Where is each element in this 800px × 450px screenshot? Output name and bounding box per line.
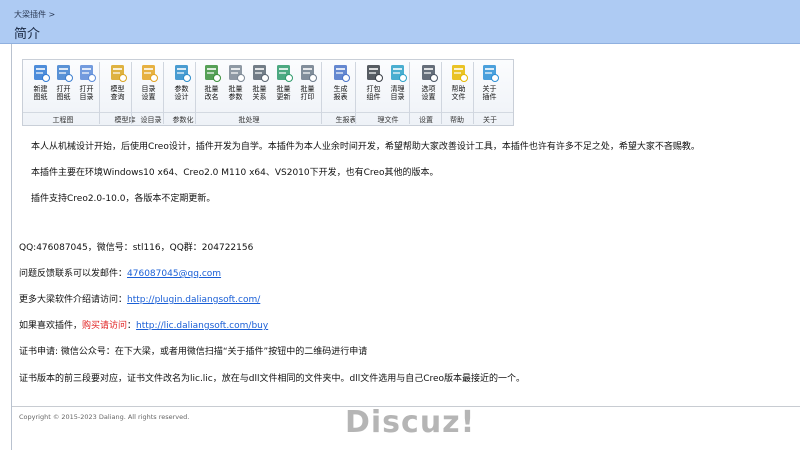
page-title: 简介 [14, 27, 41, 42]
ribbon-group-separator [131, 62, 132, 124]
ribbon-group-separator [473, 62, 474, 124]
ribbon-group-separator [195, 62, 196, 124]
batch-print-icon [300, 65, 317, 82]
ribbon-button-label: 批量 参数 [228, 85, 243, 101]
intro-paragraph-1: 本人从机械设计开始，后使用Creo设计，插件开发为自学。本插件为本人业余时间开发… [31, 142, 700, 152]
help-file-icon [451, 65, 468, 82]
model-query-icon [110, 65, 127, 82]
clean-dir-button[interactable]: 清理 目录 [386, 63, 409, 109]
ribbon-button-label: 目录 设置 [141, 85, 156, 101]
batch-params-button[interactable]: 批量 参数 [224, 63, 247, 109]
new-drawing-button[interactable]: 新建 图纸 [29, 63, 52, 109]
ribbon-group-separator [321, 62, 322, 124]
ribbon-button-label: 关于 插件 [482, 85, 497, 101]
ribbon-group-separator [99, 62, 100, 124]
batch-update-button[interactable]: 批量 更新 [272, 63, 295, 109]
ribbon-button-label: 打包 组件 [366, 85, 381, 101]
feedback-label: 问题反馈联系可以发邮件： [19, 269, 128, 279]
open-dir-button[interactable]: 打开 目录 [75, 63, 98, 109]
certificate-apply-line: 证书申请: 微信公众号：在下大梁，或者用微信扫描“关于插件”按钮中的二维码进行申… [19, 347, 368, 357]
batch-relations-icon [252, 65, 269, 82]
ribbon-group-label: 工程图 [52, 116, 74, 124]
ribbon-group-label: 参数化 [172, 116, 194, 124]
new-drawing-icon [33, 65, 50, 82]
header: 大梁插件 > 简介 [0, 0, 800, 44]
plugin-ribbon-toolbar: 新建 图纸 打开 图纸 打开 目录 模型 查询 目录 设置 参数 设计 批量 改名 批量 参数… [22, 59, 514, 126]
copyright-text: Copyright © 2015-2023 Daliang. All right… [19, 413, 190, 421]
ribbon-button-label: 打开 图纸 [56, 85, 71, 101]
more-software-label: 更多大梁软件介绍请访问： [19, 295, 128, 305]
batch-print-button[interactable]: 批量 打印 [296, 63, 319, 109]
ribbon-group-separator [409, 62, 410, 124]
folder-settings-icon [141, 65, 158, 82]
batch-rename-button[interactable]: 批量 改名 [200, 63, 223, 109]
contact-info: QQ:476087045，微信号：stl116，QQ群：204722156 [19, 243, 254, 253]
parameter-design-icon [174, 65, 191, 82]
buy-colon: ： [127, 321, 137, 331]
ribbon-group-separator [355, 62, 356, 124]
feedback-line: 问题反馈联系可以发邮件：476087045@qq.com [19, 266, 221, 279]
open-directory-icon [79, 65, 96, 82]
open-drawing-icon [56, 65, 73, 82]
ribbon-group-labels: 工程图 模型库 设目录 参数化 批处理 生报表 理文件 设置 帮助 关于 [23, 112, 513, 125]
pack-assembly-icon [366, 65, 383, 82]
ribbon-group-label: 生报表 [335, 116, 357, 124]
ribbon-button-label: 模型 查询 [110, 85, 125, 101]
batch-update-icon [276, 65, 293, 82]
clean-directory-icon [390, 65, 407, 82]
ribbon-button-label: 批量 打印 [300, 85, 315, 101]
open-drawing-button[interactable]: 打开 图纸 [52, 63, 75, 109]
param-design-button[interactable]: 参数 设计 [170, 63, 193, 109]
intro-paragraph-2: 本插件主要在环境Windows10 x64、Creo2.0 M110 x64、V… [31, 168, 439, 178]
generate-report-icon [333, 65, 350, 82]
dir-settings-button[interactable]: 目录 设置 [137, 63, 160, 109]
ribbon-button-label: 选项 设置 [421, 85, 436, 101]
pack-assembly-button[interactable]: 打包 组件 [362, 63, 385, 109]
ribbon-button-label: 批量 更新 [276, 85, 291, 101]
about-info-icon [482, 65, 499, 82]
plugin-site-link[interactable]: http://plugin.daliangsoft.com/ [127, 295, 260, 305]
ribbon-group-separator [163, 62, 164, 124]
buy-label: 如果喜欢插件， [19, 321, 83, 331]
ribbon-button-label: 批量 改名 [204, 85, 219, 101]
ribbon-button-label: 打开 目录 [79, 85, 94, 101]
gen-report-button[interactable]: 生成 报表 [329, 63, 352, 109]
ribbon-group-label: 批处理 [238, 116, 260, 124]
ribbon-button-label: 帮助 文件 [451, 85, 466, 101]
ribbon-button-label: 批量 关系 [252, 85, 267, 101]
breadcrumb[interactable]: 大梁插件 > [14, 9, 55, 20]
batch-rename-icon [204, 65, 221, 82]
ribbon-button-label: 清理 目录 [390, 85, 405, 101]
about-button[interactable]: 关于 插件 [478, 63, 501, 109]
certificate-version-line: 证书版本的前三段要对应，证书文件改名为lic.lic，放在与dll文件相同的文件… [19, 374, 526, 384]
intro-paragraph-3: 插件支持Creo2.0-10.0，各版本不定期更新。 [31, 194, 216, 204]
ribbon-button-label: 生成 报表 [333, 85, 348, 101]
model-query-button[interactable]: 模型 查询 [106, 63, 129, 109]
ribbon-button-label: 参数 设计 [174, 85, 189, 101]
batch-parameters-icon [228, 65, 245, 82]
help-file-button[interactable]: 帮助 文件 [447, 63, 470, 109]
options-gear-icon [421, 65, 438, 82]
buy-highlight: 购买请访问 [82, 321, 128, 331]
feedback-email-link[interactable]: 476087045@qq.com [127, 269, 221, 279]
batch-relations-button[interactable]: 批量 关系 [248, 63, 271, 109]
ribbon-group-label: 理文件 [377, 116, 399, 124]
more-software-line: 更多大梁软件介绍请访问：http://plugin.daliangsoft.co… [19, 292, 260, 305]
buy-site-link[interactable]: http://lic.daliangsoft.com/buy [136, 321, 268, 331]
ribbon-group-label: 关于 [483, 116, 497, 124]
ribbon-button-label: 新建 图纸 [33, 85, 48, 101]
options-button[interactable]: 选项 设置 [417, 63, 440, 109]
content-panel: 新建 图纸 打开 图纸 打开 目录 模型 查询 目录 设置 参数 设计 批量 改名 批量 参数… [12, 44, 800, 450]
discuz-watermark: Discuz! [345, 405, 476, 440]
buy-line: 如果喜欢插件，购买请访问：http://lic.daliangsoft.com/… [19, 318, 268, 331]
ribbon-group-separator [441, 62, 442, 124]
